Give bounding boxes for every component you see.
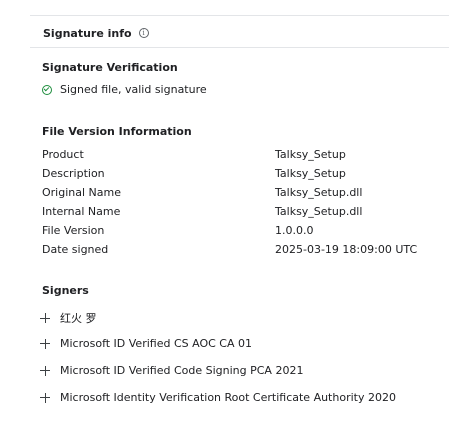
verification-status-text: Signed file, valid signature [60, 83, 207, 96]
signer-item[interactable]: Microsoft ID Verified CS AOC CA 01 [40, 337, 252, 350]
signer-label: Microsoft ID Verified CS AOC CA 01 [60, 337, 252, 350]
file-info-value: Talksy_Setup [275, 167, 346, 180]
top-divider [30, 15, 449, 16]
file-info-row: Date signed 2025-03-19 18:09:00 UTC [42, 243, 442, 259]
expand-plus-icon[interactable] [40, 313, 50, 323]
file-info-value: 2025-03-19 18:09:00 UTC [275, 243, 418, 256]
file-info-key: File Version [42, 224, 105, 237]
file-info-value: Talksy_Setup.dll [275, 205, 363, 218]
info-icon[interactable]: i [138, 28, 149, 38]
signer-item[interactable]: Microsoft Identity Verification Root Cer… [40, 391, 396, 404]
file-info-key: Product [42, 148, 84, 161]
expand-plus-icon[interactable] [40, 338, 50, 349]
file-info-row: Original Name Talksy_Setup.dll [42, 186, 442, 202]
file-info-row: Description Talksy_Setup [42, 167, 442, 183]
signer-item[interactable]: 红火 罗 [40, 310, 97, 326]
header-divider [30, 47, 449, 48]
file-info-key: Description [42, 167, 105, 180]
file-info-key: Date signed [42, 243, 109, 256]
signer-item[interactable]: Microsoft ID Verified Code Signing PCA 2… [40, 364, 303, 377]
file-info-value: Talksy_Setup [275, 148, 346, 161]
signer-label: Microsoft ID Verified Code Signing PCA 2… [60, 364, 304, 377]
file-info-key: Internal Name [42, 205, 121, 218]
signer-label: 红火 罗 [60, 312, 97, 325]
signers-title: Signers [42, 284, 89, 297]
file-info-row: Internal Name Talksy_Setup.dll [42, 205, 442, 221]
signature-info-title: Signature info [43, 26, 132, 40]
file-info-value: 1.0.0.0 [275, 224, 314, 237]
check-circle-icon [42, 84, 52, 95]
expand-plus-icon[interactable] [40, 365, 50, 376]
file-info-key: Original Name [42, 186, 121, 199]
file-version-title: File Version Information [42, 125, 192, 138]
signer-label: Microsoft Identity Verification Root Cer… [60, 391, 396, 404]
verification-status: Signed file, valid signature [42, 83, 207, 96]
file-info-row: Product Talksy_Setup [42, 148, 442, 164]
file-info-row: File Version 1.0.0.0 [42, 224, 442, 240]
expand-plus-icon[interactable] [40, 392, 50, 403]
signature-info-header: Signature info i [43, 24, 149, 42]
signature-verification-title: Signature Verification [42, 61, 178, 74]
file-info-value: Talksy_Setup.dll [275, 186, 363, 199]
